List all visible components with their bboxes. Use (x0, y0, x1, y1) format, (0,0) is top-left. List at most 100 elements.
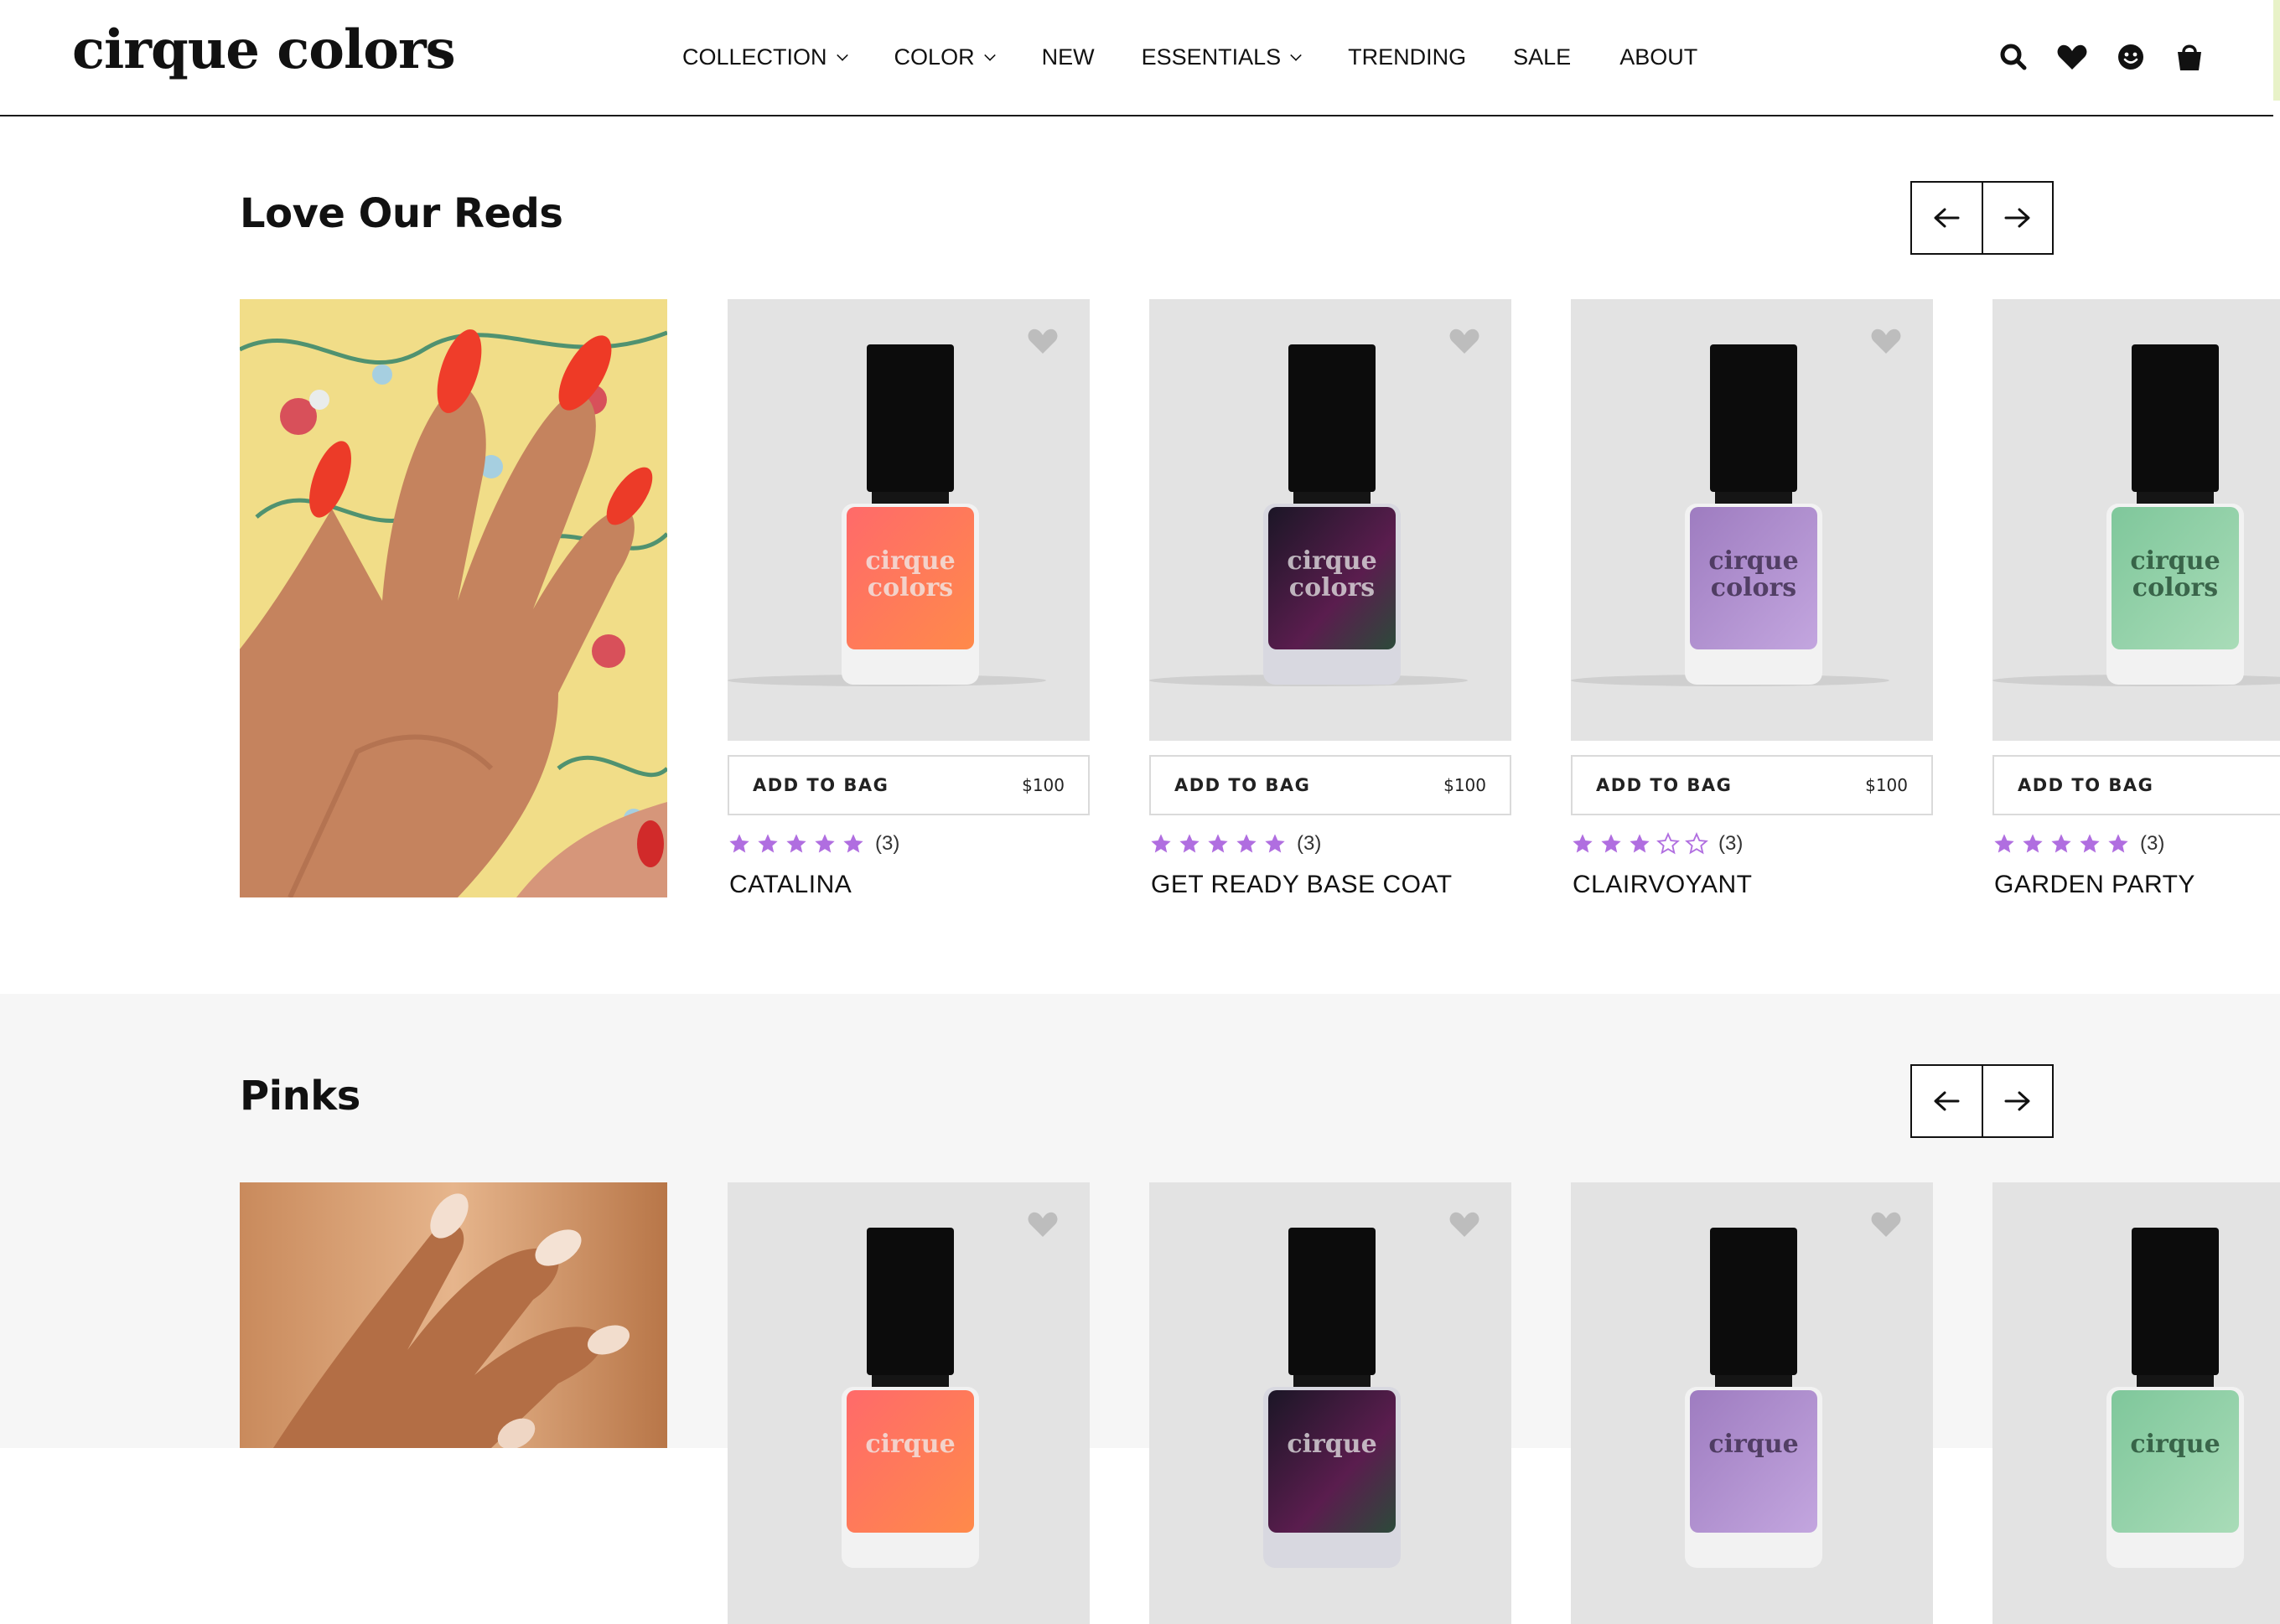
star-rating: (3) (1571, 832, 1743, 856)
polish-bottle: cirque colors (1685, 344, 1822, 685)
nav-color[interactable]: COLOR (894, 44, 996, 70)
svg-text:cirque: cirque (1287, 1430, 1376, 1459)
carousel-next-button[interactable] (1981, 1066, 2053, 1136)
arrow-right-icon (2004, 1091, 2030, 1111)
polish-bottle: cirque (2106, 1228, 2244, 1568)
arrow-left-icon (1934, 208, 1960, 228)
add-to-bag-button[interactable]: ADD TO BAG $100 (728, 755, 1090, 815)
product-price: $100 (1865, 775, 1908, 795)
product-card[interactable]: cirque (728, 1182, 1090, 1624)
nav-about[interactable]: ABOUT (1619, 44, 1697, 70)
wishlist-heart-icon[interactable] (1449, 328, 1479, 354)
svg-text:colors: colors (868, 573, 953, 603)
section-title: Pinks (240, 1073, 360, 1120)
svg-text:cirque: cirque (865, 546, 955, 576)
star-filled-icon (1994, 834, 2014, 853)
product-card[interactable]: cirque (1992, 1182, 2280, 1624)
arrow-right-icon (2004, 208, 2030, 228)
product-image[interactable]: cirque (1571, 1182, 1933, 1624)
star-filled-icon (815, 834, 835, 853)
star-filled-icon (1573, 834, 1593, 853)
product-price: $100 (1443, 775, 1486, 795)
carousel-prev-button[interactable] (1912, 183, 1982, 253)
carousel-controls (1910, 1064, 2054, 1138)
svg-text:cirque: cirque (865, 1430, 955, 1459)
product-image[interactable]: cirque (1992, 1182, 2280, 1624)
svg-text:colors: colors (1289, 573, 1375, 603)
nav-new[interactable]: NEW (1042, 44, 1095, 70)
svg-text:cirque: cirque (1287, 546, 1376, 576)
star-empty-icon (1656, 832, 1680, 855)
product-card[interactable]: cirque colors ADD TO BAG (3) GARDEN PART… (1992, 299, 2280, 903)
star-filled-icon (1601, 834, 1621, 853)
svg-text:colors: colors (2132, 573, 2218, 603)
product-image[interactable]: cirque colors (1992, 299, 2280, 741)
wishlist-heart-icon[interactable] (1871, 1211, 1901, 1238)
wishlist-heart-icon[interactable] (1028, 328, 1058, 354)
nav-collection[interactable]: COLLECTION (682, 44, 848, 70)
star-empty-icon (1685, 832, 1708, 855)
chevron-down-icon (1290, 49, 1302, 61)
nav-label: ABOUT (1619, 44, 1698, 70)
nav-sale[interactable]: SALE (1513, 44, 1571, 70)
carousel-prev-button[interactable] (1912, 1066, 1982, 1136)
product-price: $100 (1022, 775, 1065, 795)
wishlist-heart-icon[interactable] (1449, 1211, 1479, 1238)
nav-trending[interactable]: TRENDING (1348, 44, 1466, 70)
product-name[interactable]: CATALINA (729, 871, 852, 899)
star-filled-icon (729, 834, 749, 853)
wishlist-heart-icon[interactable] (1871, 328, 1901, 354)
review-count: (3) (2140, 832, 2165, 855)
nav-essentials[interactable]: ESSENTIALS (1142, 44, 1302, 70)
svg-text:cirque: cirque (2130, 1430, 2220, 1459)
review-count: (3) (1297, 832, 1322, 855)
header-icons (1997, 40, 2231, 74)
product-image[interactable]: cirque colors (728, 299, 1090, 741)
product-image[interactable]: cirque colors (1571, 299, 1933, 741)
add-to-bag-label: ADD TO BAG (753, 775, 889, 795)
product-card[interactable]: cirque colors ADD TO BAG $100 (3) GET RE… (1149, 299, 1511, 903)
star-rating: (3) (1992, 832, 2164, 856)
star-filled-icon (1208, 834, 1228, 853)
star-rating: (3) (1149, 832, 1321, 856)
product-name[interactable]: GET READY BASE COAT (1151, 871, 1453, 899)
heart-icon[interactable] (2055, 40, 2089, 74)
product-card[interactable]: cirque (1571, 1182, 1933, 1624)
star-filled-icon (758, 834, 778, 853)
polish-bottle: cirque (842, 1228, 979, 1568)
add-to-bag-button[interactable]: ADD TO BAG $100 (1571, 755, 1933, 815)
star-rating: (3) (728, 832, 899, 856)
carousel-controls (1910, 181, 2054, 255)
nav-label: COLOR (894, 44, 975, 70)
bag-icon[interactable] (2173, 40, 2206, 74)
wishlist-heart-icon[interactable] (1028, 1211, 1058, 1238)
nav-label: COLLECTION (682, 44, 827, 70)
brand-logo[interactable]: cirque colors (72, 18, 456, 81)
account-icon[interactable] (2114, 40, 2148, 74)
arrow-left-icon (1934, 1091, 1960, 1111)
product-name[interactable]: CLAIRVOYANT (1573, 871, 1752, 899)
product-card[interactable]: cirque (1149, 1182, 1511, 1624)
search-icon[interactable] (1997, 40, 2030, 74)
carousel-next-button[interactable] (1981, 183, 2053, 253)
polish-bottle: cirque (1685, 1228, 1822, 1568)
product-card[interactable]: cirque colors ADD TO BAG $100 (3) CATALI… (728, 299, 1090, 903)
section-title: Love Our Reds (240, 190, 563, 237)
product-name[interactable]: GARDEN PARTY (1994, 871, 2195, 899)
red-nails-floral-photo (240, 299, 667, 897)
scrollbar-edge (2273, 0, 2280, 101)
svg-text:cirque: cirque (1708, 1430, 1798, 1459)
product-image[interactable]: cirque colors (1149, 299, 1511, 741)
product-image[interactable]: cirque (1149, 1182, 1511, 1624)
star-filled-icon (2080, 834, 2100, 853)
svg-text:cirque: cirque (1708, 546, 1798, 576)
product-image[interactable]: cirque (728, 1182, 1090, 1624)
add-to-bag-button[interactable]: ADD TO BAG (1992, 755, 2280, 815)
product-card[interactable]: cirque colors ADD TO BAG $100 (3) CLAIRV… (1571, 299, 1933, 903)
nav-label: ESSENTIALS (1141, 44, 1282, 70)
star-filled-icon (1151, 834, 1171, 853)
star-filled-icon (1265, 834, 1285, 853)
star-filled-icon (1630, 834, 1650, 853)
polish-bottle: cirque colors (842, 344, 979, 685)
add-to-bag-button[interactable]: ADD TO BAG $100 (1149, 755, 1511, 815)
